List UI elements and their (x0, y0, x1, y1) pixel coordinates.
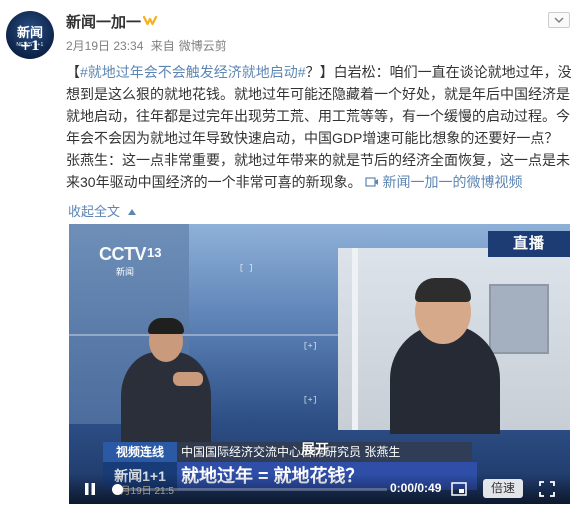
post-actions: 收起全文 (68, 201, 142, 220)
background-pipe (352, 248, 358, 430)
verified-badge-icon (143, 15, 157, 26)
screen-bracket: [ ] (239, 264, 254, 273)
post-source[interactable]: 微博云剪 (179, 39, 227, 53)
post-header: 新闻+1 NEWS 1+1 新闻一加一 2月19日 23:34 来自 微博云剪 (0, 0, 582, 62)
background-shelf (489, 284, 549, 354)
more-menu-button[interactable] (548, 12, 570, 28)
avatar-subtext: NEWS 1+1 (16, 42, 44, 48)
host-hands (173, 372, 203, 386)
post-text: 【#就地过年会不会触发经济就地启动#？】白岩松：咱们一直在谈论就地过年，没想到是… (66, 61, 572, 193)
picture-in-picture-icon[interactable] (451, 482, 467, 496)
video-player[interactable]: [ ] [+] [+] CCTV 13 新闻 直播 视频连线 新闻1+1 中国国… (69, 224, 570, 504)
video-link-label: 新闻一加一的微博视频 (382, 174, 523, 190)
screen-bracket: [+] (303, 396, 318, 405)
collapse-button[interactable]: 收起全文 (68, 204, 137, 219)
chevron-down-icon (554, 17, 564, 24)
collapse-label: 收起全文 (68, 204, 121, 219)
expand-button[interactable]: 展开 (301, 439, 329, 459)
player-controls: 2月19日 21:5 0:00/0:49 倍速 (69, 474, 570, 504)
post-meta: 2月19日 23:34 来自 微博云剪 (66, 37, 231, 54)
progress-handle[interactable] (112, 484, 123, 495)
post-date[interactable]: 2月19日 23:34 (66, 39, 143, 53)
channel-logo: CCTV (99, 244, 147, 264)
hashtag-link[interactable]: #就地过年会不会触发经济就地启动# (80, 64, 306, 80)
channel-number: 13 (147, 245, 162, 260)
playback-time: 0:00/0:49 (390, 481, 442, 495)
open-bracket: 【 (66, 64, 80, 80)
segment-tag: 视频连线 (103, 442, 177, 462)
video-link-icon (365, 177, 379, 187)
channel-sub: 新闻 (116, 267, 135, 277)
live-badge: 直播 (488, 231, 570, 257)
playback-speed-button[interactable]: 倍速 (483, 479, 523, 498)
user-name[interactable]: 新闻一加一 (66, 11, 141, 32)
post-body: ？】白岩松：咱们一直在谈论就地过年，没想到是这么狠的就地花钱。就地过年可能还隐藏… (66, 64, 572, 190)
pause-icon[interactable] (83, 482, 97, 496)
screen-bracket: [+] (303, 342, 318, 351)
avatar[interactable]: 新闻+1 NEWS 1+1 (6, 11, 54, 59)
guest-hair (415, 278, 471, 302)
avatar-logo-text: 新闻+1 (16, 26, 43, 54)
video-link[interactable]: 新闻一加一的微博视频 (365, 174, 522, 190)
host-hair (148, 318, 184, 334)
chevron-up-icon (128, 209, 137, 215)
source-prefix: 来自 (150, 39, 175, 53)
fullscreen-icon[interactable] (539, 481, 555, 497)
broadcast-ticker: 2月19日 21:5 (115, 486, 174, 497)
